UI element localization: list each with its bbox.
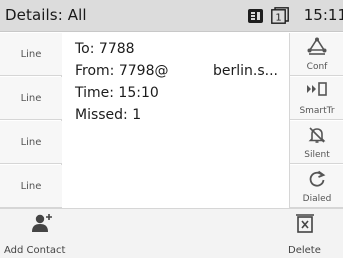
line-1-badge: 1 xyxy=(275,13,281,24)
line-key-1[interactable]: Line xyxy=(0,33,62,76)
line-key-label: Line xyxy=(20,48,42,60)
clock: 15:11 xyxy=(303,6,343,24)
line-1-icon: 1 xyxy=(271,7,289,24)
dialed-button[interactable]: Dialed xyxy=(290,165,343,208)
delete-button[interactable]: Delete xyxy=(276,209,338,258)
from-host: berlin.s... xyxy=(213,63,279,79)
dialed-label: Dialed xyxy=(302,194,332,204)
line-key-3[interactable]: Line xyxy=(0,121,62,164)
softkeys: Conf SmartTr Silent Dialed xyxy=(289,33,343,208)
to-field: To: 7788 xyxy=(75,41,135,57)
conference-icon xyxy=(307,37,327,55)
add-contact-icon xyxy=(32,214,52,232)
title-bar: Details: All 1 15:11 xyxy=(0,0,343,32)
silent-button[interactable]: Silent xyxy=(290,121,343,164)
smart-transfer-button[interactable]: SmartTr xyxy=(290,77,343,120)
line-key-2[interactable]: Line xyxy=(0,77,62,120)
smart-transfer-label: SmartTr xyxy=(299,106,335,116)
smart-transfer-icon xyxy=(307,82,327,96)
page-title: Details: All xyxy=(5,6,87,24)
line-key-label: Line xyxy=(20,92,42,104)
time-field: Time: 15:10 xyxy=(75,85,159,101)
redial-icon xyxy=(309,170,326,187)
conf-label: Conf xyxy=(306,62,328,72)
line-keys: Line Line Line Line xyxy=(0,33,62,208)
from-field: From: 7798@ xyxy=(75,63,169,79)
line-key-label: Line xyxy=(20,180,42,192)
silent-label: Silent xyxy=(304,150,330,160)
line-key-label: Line xyxy=(20,136,42,148)
add-contact-label: Add Contact xyxy=(4,245,66,256)
delete-label: Delete xyxy=(288,245,321,256)
add-contact-button[interactable]: Add Contact xyxy=(0,209,90,258)
missed-field: Missed: 1 xyxy=(75,107,142,123)
delete-icon xyxy=(296,214,314,233)
conf-button[interactable]: Conf xyxy=(290,33,343,76)
line-status-icon xyxy=(248,9,263,23)
bottom-bar: Add Contact Delete xyxy=(0,208,343,258)
call-details: To: 7788 From: 7798@ berlin.s... Time: 1… xyxy=(62,33,288,208)
line-key-4[interactable]: Line xyxy=(0,165,62,208)
silent-bell-icon xyxy=(308,127,326,143)
